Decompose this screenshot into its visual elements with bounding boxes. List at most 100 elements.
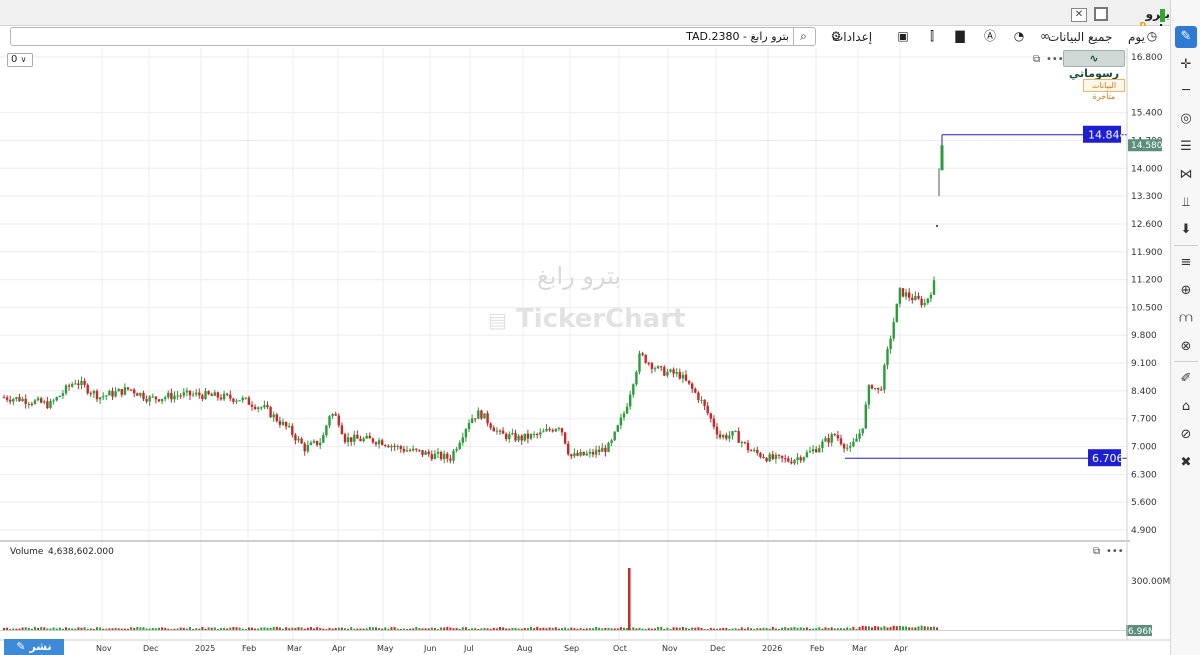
close-window-button[interactable]: ✕ <box>1071 8 1087 22</box>
volume-bar <box>582 628 585 630</box>
candle-body <box>650 362 654 369</box>
candle-body <box>226 393 229 395</box>
volume-bar <box>902 626 904 630</box>
candle-body <box>306 444 309 452</box>
pattern-icon[interactable]: ⋈ <box>1175 164 1197 186</box>
volume-bar <box>840 628 842 630</box>
trash-icon[interactable]: ✖ <box>1175 452 1197 474</box>
volume-bar <box>464 627 467 630</box>
pencil-tool-icon[interactable]: ✎ <box>1175 26 1197 48</box>
candle-body <box>836 435 840 439</box>
candle-body <box>877 387 880 390</box>
crosshair-icon[interactable]: ✛ <box>1175 54 1197 76</box>
volume-bar <box>495 628 498 630</box>
zoom-in-icon[interactable]: ⊕ <box>1175 280 1197 302</box>
my-drawings-button[interactable]: ∿ رسوماتي <box>1063 50 1125 80</box>
volume-bar <box>275 626 278 630</box>
candle-body <box>303 443 306 452</box>
candle-body <box>728 435 731 439</box>
candle-body <box>142 392 145 400</box>
camera-icon[interactable]: ▣ <box>895 28 911 44</box>
candle-body <box>567 443 570 455</box>
candle-body <box>356 434 359 439</box>
measure-icon[interactable]: ⩋ <box>1175 308 1197 330</box>
volume-bar <box>790 627 793 630</box>
volume-bar <box>337 627 340 630</box>
candle-body <box>446 453 449 459</box>
candle-body <box>2 397 6 399</box>
circle-tool-icon[interactable]: ◎ <box>1175 108 1197 130</box>
horizontal-lines[interactable]: 14.844 6.706 14.580 <box>845 125 1163 467</box>
indicators-list-icon[interactable]: ≡ <box>1175 252 1197 274</box>
maximize-window-button[interactable] <box>1094 7 1108 21</box>
candlestick-icon[interactable]: ⫿ <box>924 28 940 44</box>
brush-icon[interactable]: ✐ <box>1175 368 1197 390</box>
volume-bar <box>499 627 501 630</box>
clock-icon[interactable]: ◷ <box>1144 28 1160 44</box>
candle-body <box>570 454 573 457</box>
candle-body <box>917 295 920 299</box>
candle-body <box>21 398 24 402</box>
price-chart[interactable]: 16.80015.40014.70014.00013.30012.60011.9… <box>0 48 1170 655</box>
candle-body <box>904 292 908 297</box>
volume-bar <box>406 628 408 630</box>
volume-sync-icon[interactable]: ⧉ <box>1093 546 1100 557</box>
line-tool-icon[interactable]: ─ <box>1175 80 1197 102</box>
candle-body <box>731 431 734 436</box>
tool-divider <box>1174 361 1198 362</box>
volume-bar <box>52 627 55 630</box>
volume-bar <box>765 627 768 630</box>
volume-bar <box>849 628 852 630</box>
date-tick-label: May <box>377 644 394 653</box>
sync-icon[interactable]: ⧉ <box>1033 54 1040 65</box>
candle-body <box>173 395 176 400</box>
candle-body <box>418 449 421 451</box>
volume-bar <box>86 628 89 630</box>
candle-body <box>464 429 468 438</box>
candle-body <box>629 394 632 407</box>
alert-icon[interactable]: Ⓐ <box>982 28 998 44</box>
volume-bar <box>895 626 898 630</box>
volume-bar <box>852 626 855 630</box>
candle-body <box>523 433 526 441</box>
candle-body <box>405 450 409 452</box>
all-data-menu[interactable]: جميع البيانات <box>1048 30 1112 44</box>
volume-bar <box>213 627 216 630</box>
volume-bar <box>486 628 489 630</box>
period-menu[interactable]: يوم <box>1128 30 1145 44</box>
publish-button[interactable]: ✎ نشر <box>4 639 64 655</box>
volume-title: Volume <box>10 547 44 557</box>
date-tick-label: Mar <box>287 644 303 653</box>
fibonacci-icon[interactable]: ☰ <box>1175 136 1197 158</box>
candle-body <box>579 451 582 456</box>
symbol-search-field[interactable]: TAD.2380 - بترو رابغ ⌕ <box>10 27 816 46</box>
volume-bar <box>598 627 601 630</box>
volume-bar <box>889 627 892 630</box>
volume-bar <box>886 627 889 630</box>
lock-icon[interactable]: ⌂ <box>1175 396 1197 418</box>
bar-chart-icon[interactable]: ▇ <box>952 28 968 44</box>
candle-body <box>815 449 818 453</box>
volume-bar <box>898 625 901 630</box>
candle-body <box>86 384 89 394</box>
hide-icon[interactable]: ⊘ <box>1175 424 1197 446</box>
volume-bar <box>762 627 765 630</box>
arrow-down-icon[interactable]: ⬇ <box>1175 219 1197 241</box>
more-icon[interactable]: ••• <box>1046 54 1064 65</box>
volume-bar <box>663 628 666 630</box>
search-icon[interactable]: ⌕ <box>793 28 813 45</box>
indicator-icon[interactable]: ◔ <box>1011 28 1027 44</box>
volume-bar <box>771 626 774 630</box>
pitchfork-icon[interactable]: ⫫ <box>1175 192 1197 214</box>
zoom-dropdown[interactable]: 0 ∨ <box>7 53 33 67</box>
candle-body <box>675 372 678 374</box>
candle-body <box>774 454 778 459</box>
settings-menu[interactable]: إعدادات <box>832 30 872 44</box>
clear-icon[interactable]: ⊗ <box>1175 336 1197 358</box>
volume-bar <box>753 628 756 630</box>
volume-last-label: 6.96M <box>1128 627 1156 637</box>
volume-bar <box>384 627 387 630</box>
candle-body <box>526 433 530 439</box>
candle-body <box>443 453 446 460</box>
volume-more-icon[interactable]: ••• <box>1106 546 1124 557</box>
